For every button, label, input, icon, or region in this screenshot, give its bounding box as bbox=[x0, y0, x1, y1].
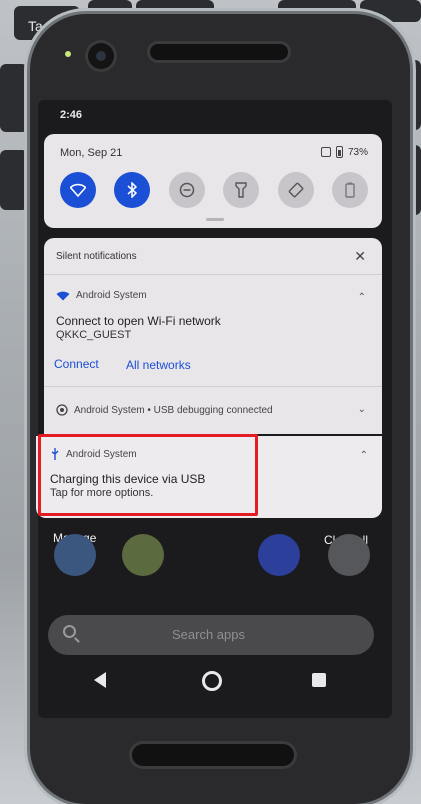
wifi-icon bbox=[56, 291, 70, 300]
chevron-up-icon[interactable]: ⌃ bbox=[358, 292, 366, 303]
auto-rotate-icon bbox=[288, 182, 303, 198]
home-icon[interactable] bbox=[202, 671, 222, 691]
camera-app-icon[interactable] bbox=[328, 534, 370, 576]
flashlight-icon bbox=[235, 182, 247, 198]
bottom-speaker bbox=[132, 744, 294, 766]
vibrate-icon bbox=[320, 147, 331, 157]
chevron-up-icon[interactable]: ⌃ bbox=[360, 450, 368, 461]
highlight-box bbox=[38, 434, 258, 516]
maps-app-icon[interactable] bbox=[258, 534, 300, 576]
wifi-notification-app-row: Android System bbox=[56, 290, 147, 301]
battery-percent: 73% bbox=[347, 146, 368, 158]
store-app-icon[interactable] bbox=[122, 534, 164, 576]
qs-status: 73% bbox=[320, 146, 368, 158]
keyboard-key bbox=[0, 150, 28, 210]
bluetooth-tile[interactable] bbox=[114, 172, 151, 208]
connect-button[interactable]: Connect bbox=[54, 357, 99, 371]
phone-app-icon[interactable] bbox=[54, 534, 96, 576]
dnd-icon bbox=[179, 182, 195, 198]
search-placeholder: Search apps bbox=[172, 627, 245, 642]
bluetooth-icon bbox=[127, 182, 138, 198]
notification-title[interactable]: Connect to open Wi-Fi network bbox=[56, 314, 221, 328]
status-time: 2:46 bbox=[60, 109, 83, 121]
divider bbox=[44, 274, 382, 275]
navigation-bar bbox=[38, 660, 392, 704]
qs-drag-handle[interactable] bbox=[206, 218, 224, 221]
battery-icon bbox=[335, 146, 343, 158]
qs-date[interactable]: Mon, Sep 21 bbox=[60, 147, 122, 159]
wifi-icon bbox=[70, 183, 86, 197]
bug-icon bbox=[56, 404, 68, 416]
back-icon[interactable] bbox=[94, 672, 106, 688]
keyboard-label: Ta bbox=[28, 18, 43, 34]
dnd-tile[interactable] bbox=[168, 172, 205, 208]
silent-notifications: Silent notifications ✕ Android System ⌃ … bbox=[44, 238, 382, 434]
close-icon[interactable]: ✕ bbox=[354, 248, 366, 265]
divider bbox=[44, 386, 382, 387]
search-icon bbox=[63, 625, 76, 638]
keyboard-key bbox=[0, 64, 28, 132]
app-name: Android System bbox=[76, 290, 147, 301]
chevron-down-icon[interactable]: ⌄ bbox=[358, 404, 366, 415]
earpiece-speaker bbox=[150, 44, 288, 60]
notification-summary: Android System • USB debugging connected bbox=[74, 404, 273, 416]
battery-saver-tile[interactable] bbox=[331, 172, 368, 208]
auto-rotate-tile[interactable] bbox=[277, 172, 314, 208]
all-networks-button[interactable]: All networks bbox=[126, 358, 191, 372]
search-bar[interactable]: Search apps bbox=[48, 615, 374, 655]
quick-settings-panel: Mon, Sep 21 73% bbox=[44, 134, 382, 228]
notification-ssid: QKKC_GUEST bbox=[56, 329, 132, 341]
recents-icon[interactable] bbox=[312, 673, 326, 687]
section-header: Silent notifications bbox=[56, 251, 137, 262]
front-camera bbox=[88, 43, 114, 69]
battery-saver-icon bbox=[345, 182, 355, 198]
wifi-tile[interactable] bbox=[60, 172, 96, 208]
qs-tiles bbox=[60, 172, 368, 208]
flashlight-tile[interactable] bbox=[223, 172, 260, 208]
usb-debugging-notification[interactable]: Android System • USB debugging connected bbox=[56, 404, 273, 416]
sensor-light bbox=[65, 51, 71, 57]
